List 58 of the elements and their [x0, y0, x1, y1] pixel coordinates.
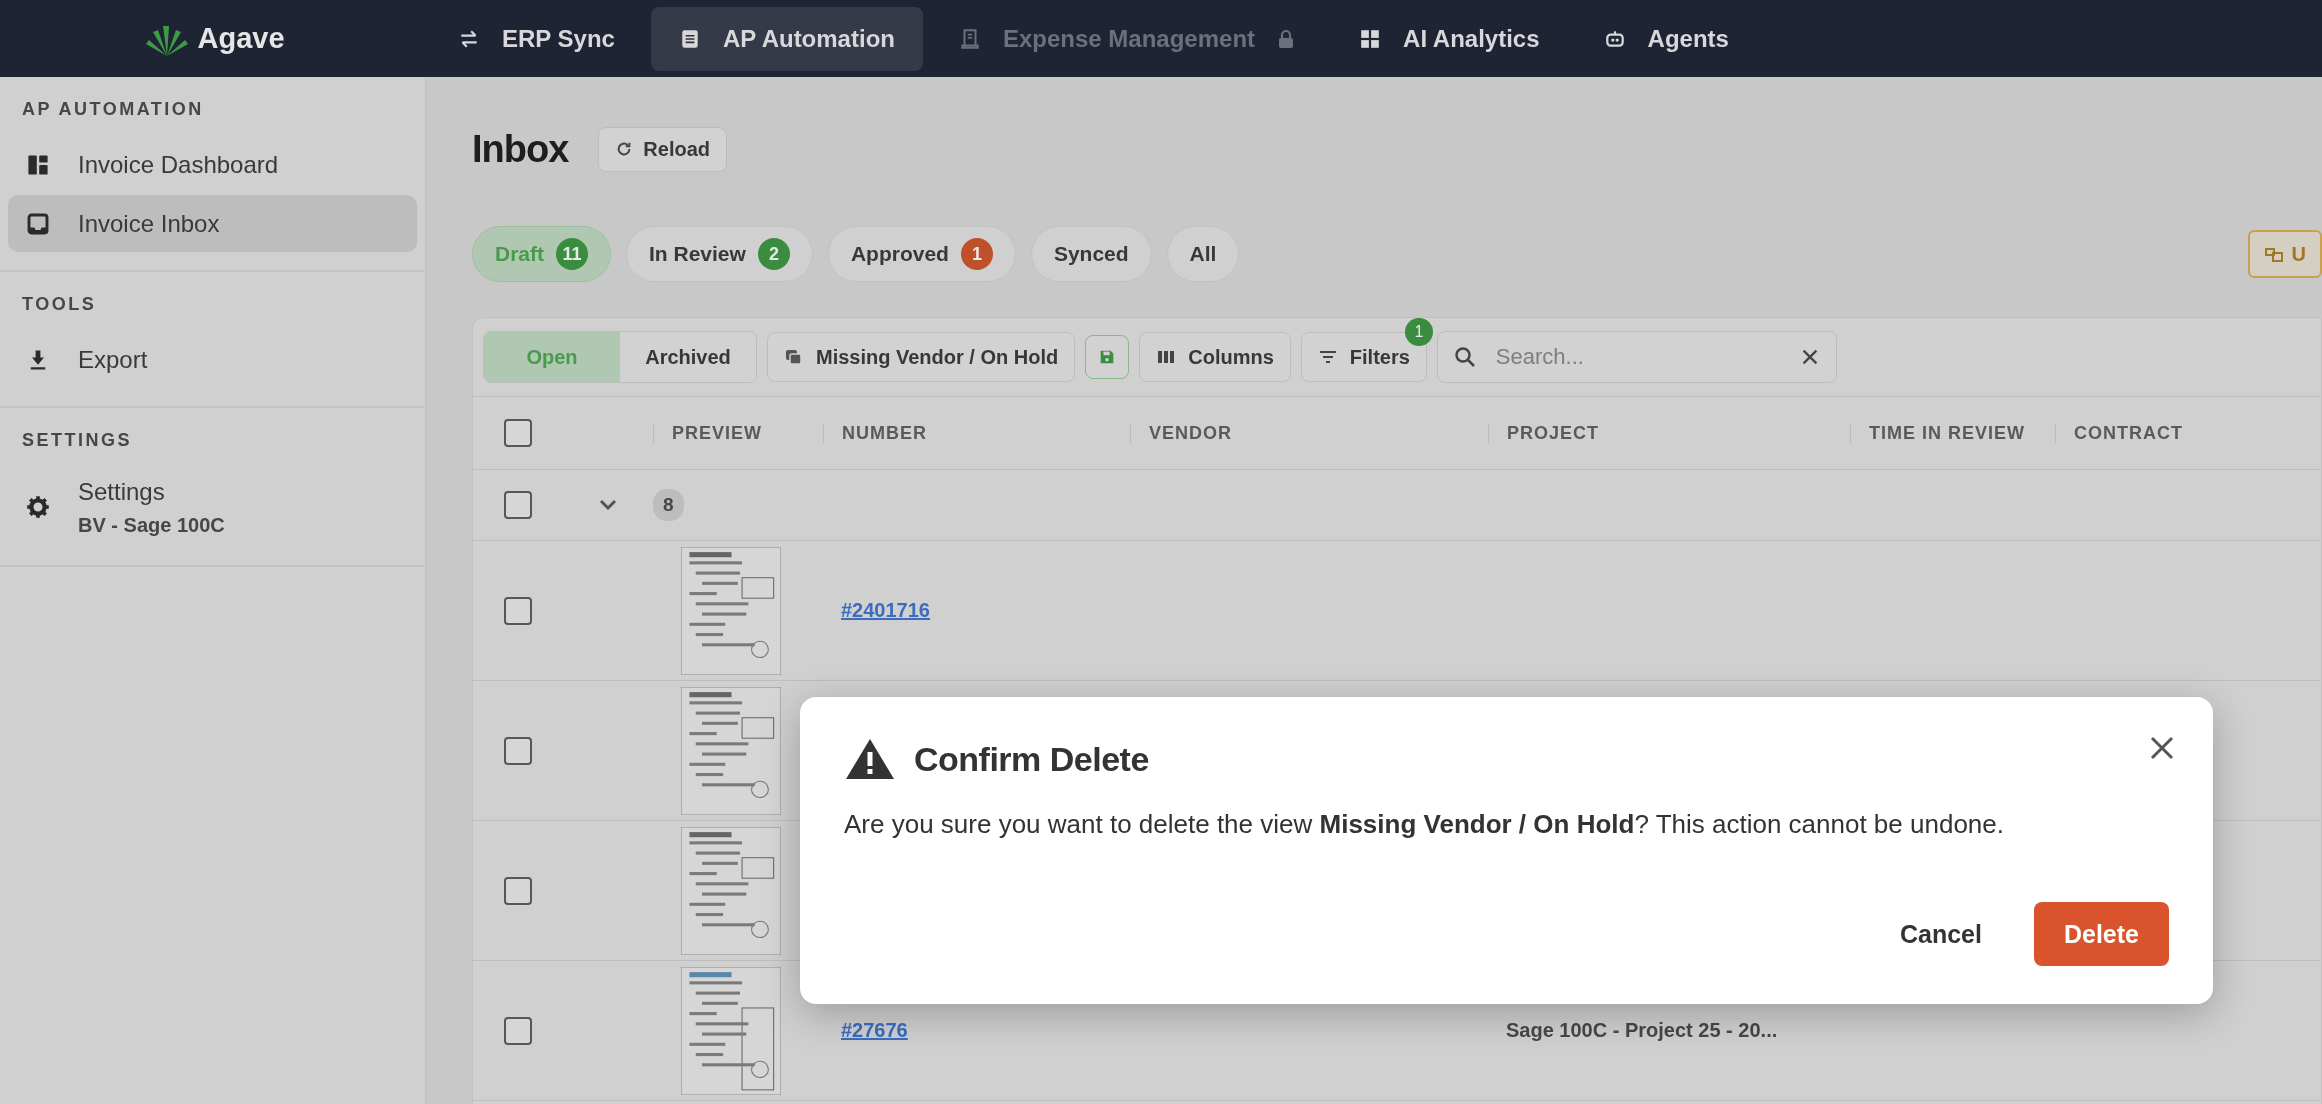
checkbox[interactable]: [504, 876, 532, 905]
chevron-icon[interactable]: [598, 498, 618, 512]
warning-icon: [844, 737, 896, 781]
item-sublabel: BV - Sage 100C: [78, 513, 225, 537]
logo-text: Agave: [197, 22, 285, 55]
section-heading: AP AUTOMATION: [22, 99, 205, 120]
columns-button[interactable]: Columns: [1139, 332, 1291, 382]
item-label: Settings: [78, 477, 166, 506]
section-heading: TOOLS: [22, 294, 98, 315]
section-heading: SETTINGS: [22, 430, 133, 451]
settings-icon: [26, 495, 50, 519]
columns-icon: [1156, 348, 1177, 366]
column-header: NUMBER: [823, 422, 927, 444]
nav-tab[interactable]: Agents: [1575, 6, 1757, 71]
sidebar-item[interactable]: Invoice Inbox: [8, 195, 417, 252]
column-header: TIME IN REVIEW: [1850, 422, 2025, 444]
status-tab[interactable]: Approved 1: [827, 226, 1016, 282]
group-count: 8: [653, 489, 684, 521]
count-badge: 2: [757, 238, 790, 270]
checkbox[interactable]: [504, 736, 532, 765]
copy-icon: [784, 348, 804, 366]
column-header: CONTRACT: [2055, 422, 2183, 444]
reload-button[interactable]: Reload: [598, 126, 727, 172]
checkbox[interactable]: [504, 596, 532, 625]
cancel-button[interactable]: Cancel: [1869, 902, 2012, 966]
sidebar-item[interactable]: Export: [8, 331, 417, 388]
save-button[interactable]: [1085, 335, 1130, 379]
nav-tab[interactable]: AP Automation: [650, 6, 923, 71]
column-header: PREVIEW: [653, 422, 762, 444]
dialog-message: Are you sure you want to delete the view Missing Vendor / On Hold? This action cannot be undone.: [844, 809, 2005, 840]
count-badge: 11: [556, 238, 588, 270]
column-header: PROJECT: [1488, 422, 1600, 444]
sidebar-item[interactable]: Invoice Dashboard: [8, 136, 417, 193]
receipt-icon: [958, 27, 981, 50]
dialog-title: Confirm Delete: [914, 739, 1149, 779]
checkbox[interactable]: [504, 1016, 532, 1045]
search-icon: [1452, 345, 1477, 369]
count-badge: 1: [960, 238, 993, 270]
count-badge: 1: [1404, 318, 1433, 346]
view-button[interactable]: Missing Vendor / On Hold: [767, 332, 1076, 382]
page-title: Inbox: [472, 127, 569, 171]
dashboard-icon: [26, 152, 50, 177]
grid-icon: [1359, 27, 1382, 50]
delete-button[interactable]: Delete: [2033, 902, 2169, 966]
sidebar-item[interactable]: Settings BV - Sage 100C: [8, 467, 417, 547]
search-field[interactable]: Search...: [1436, 331, 1837, 383]
status-tab[interactable]: Synced: [1030, 226, 1152, 282]
checkbox[interactable]: [504, 491, 532, 519]
nav-tab[interactable]: ERP Sync: [430, 6, 643, 71]
lock-icon: [1277, 28, 1296, 49]
nav-tab[interactable]: AI Analytics: [1331, 6, 1568, 71]
inbox-icon: [26, 211, 50, 236]
column-header: VENDOR: [1130, 422, 1232, 444]
filter-icon: [1317, 348, 1338, 366]
status-tab[interactable]: In Review 2: [626, 226, 813, 282]
table-cell-text: Sage 100C - Project 25 - 20...: [1505, 1019, 1778, 1042]
checkbox[interactable]: [504, 419, 532, 447]
status-tab[interactable]: All: [1166, 226, 1240, 282]
